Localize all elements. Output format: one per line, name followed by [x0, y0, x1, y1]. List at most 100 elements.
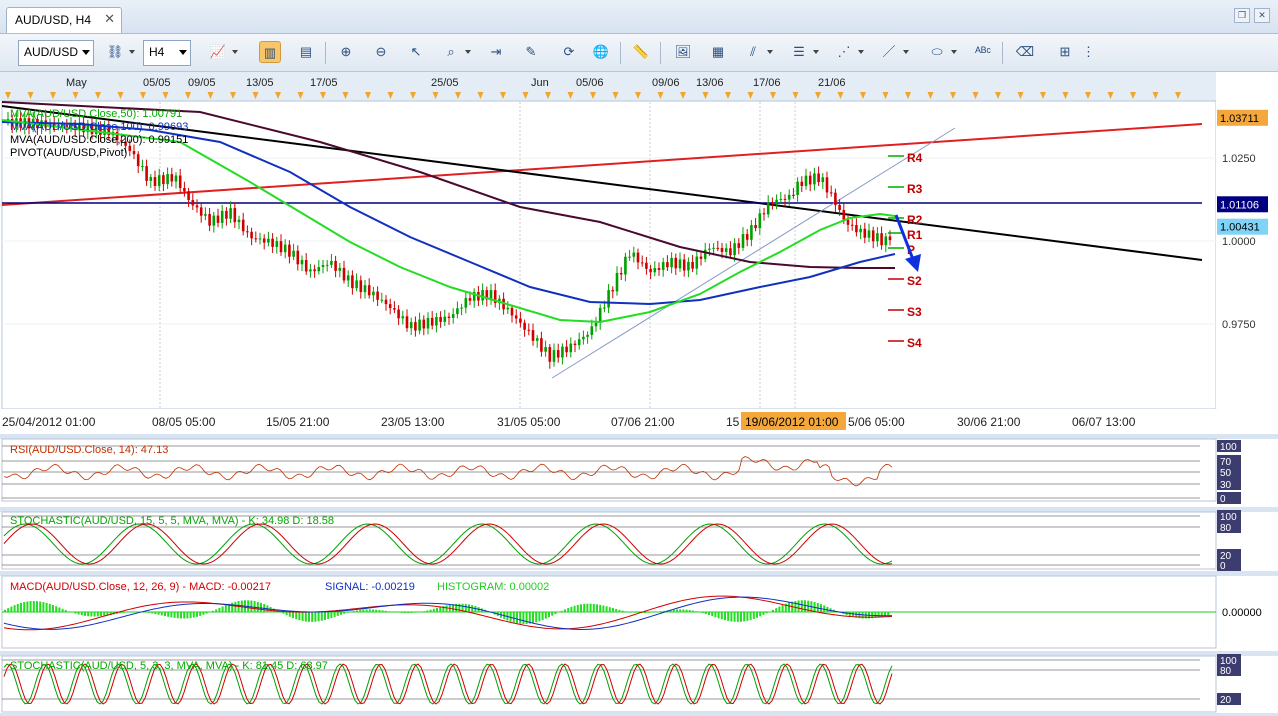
- candle-body: [637, 253, 640, 263]
- candle-body: [372, 292, 375, 296]
- macd-histogram-bar: [414, 612, 416, 613]
- macd-histogram-bar: [346, 612, 348, 613]
- macd-histogram-bar: [532, 612, 534, 623]
- candle-body: [360, 280, 363, 292]
- object-tree-icon[interactable]: ⊞: [1054, 41, 1076, 63]
- data-window-icon[interactable]: ▤: [295, 41, 317, 63]
- refresh-icon[interactable]: ⟳: [558, 41, 580, 63]
- top-date-label: 09/06: [652, 77, 680, 89]
- cursor-date: 19/06/2012 01:00: [745, 415, 839, 429]
- chart-area[interactable]: May05/0509/0513/0517/0525/05Jun05/0609/0…: [0, 72, 1278, 713]
- candle-body: [137, 154, 140, 166]
- macd-histogram-bar: [65, 610, 67, 612]
- cursor-icon[interactable]: ↖: [405, 41, 427, 63]
- chevron-down-icon[interactable]: [767, 50, 773, 54]
- macd-histogram-bar: [647, 612, 649, 613]
- macd-histogram-bar: [593, 604, 595, 612]
- macd-histogram-bar: [311, 612, 313, 622]
- candle-body: [322, 265, 325, 267]
- chevron-down-icon[interactable]: [232, 50, 238, 54]
- ruler-icon[interactable]: 📏: [630, 41, 652, 63]
- pen-icon[interactable]: ／: [878, 41, 900, 63]
- line-tools-icon[interactable]: ⫽: [742, 41, 764, 63]
- macd-histogram-bar: [590, 604, 592, 612]
- candle-body: [427, 318, 430, 328]
- candle-body: [456, 308, 459, 314]
- timeframe-select[interactable]: H4: [143, 40, 191, 66]
- candle-body: [746, 234, 749, 240]
- candle-body: [313, 269, 316, 271]
- symbol-select[interactable]: AUD/USD: [18, 40, 94, 66]
- zoom-out-icon[interactable]: ⊖: [370, 41, 392, 63]
- macd-histogram-bar: [734, 612, 736, 622]
- macd-histogram-bar: [234, 602, 236, 612]
- close-window-icon[interactable]: ✕: [1254, 8, 1270, 23]
- bottom-date-label: 15/05 21:00: [266, 415, 330, 429]
- candle-body: [624, 257, 627, 275]
- horizontal-lines-icon[interactable]: ☰: [788, 41, 810, 63]
- candle-body: [536, 338, 539, 341]
- macd-histogram-bar: [356, 610, 358, 612]
- chevron-down-icon[interactable]: [813, 50, 819, 54]
- separator: [620, 42, 621, 64]
- macd-histogram-bar: [190, 612, 192, 618]
- restore-icon[interactable]: ❐: [1234, 8, 1250, 23]
- macd-histogram-bar: [327, 612, 329, 619]
- macd-histogram-bar: [676, 609, 678, 612]
- auto-scroll-icon[interactable]: ⇥: [485, 41, 507, 63]
- candle-body: [754, 225, 757, 228]
- macd-histogram-bar: [74, 612, 76, 614]
- macd-histogram-bar: [122, 612, 124, 613]
- macd-histogram-bar: [218, 608, 220, 612]
- candle-body: [817, 173, 820, 182]
- top-date-label: 17/05: [310, 77, 338, 89]
- top-date-label: 05/06: [576, 77, 604, 89]
- macd-histogram-bar: [97, 612, 99, 616]
- candle-body: [721, 248, 724, 252]
- bottom-date-label: 08/05 05:00: [152, 415, 216, 429]
- macd-histogram-bar: [353, 611, 355, 612]
- chart-type-icon[interactable]: 📈: [207, 41, 229, 63]
- macd-histogram-bar: [39, 602, 41, 612]
- tab-aud-usd-h4[interactable]: AUD/USD, H4 ✕: [6, 7, 122, 33]
- picture-icon[interactable]: 🖼: [672, 41, 694, 63]
- toolbar-options-icon[interactable]: ⋮: [1082, 41, 1094, 63]
- globe-icon[interactable]: 🌐: [590, 41, 612, 63]
- macd-histogram-bar: [622, 611, 624, 612]
- macd-histogram-bar: [794, 601, 796, 612]
- macd-histogram-bar: [257, 602, 259, 612]
- chevron-down-icon[interactable]: [951, 50, 957, 54]
- macd-histogram-bar: [798, 600, 800, 612]
- candle-body: [822, 177, 825, 182]
- macd-histogram-bar: [887, 612, 889, 615]
- template-icon[interactable]: ▦: [707, 41, 729, 63]
- zoom-in-icon[interactable]: ⊕: [335, 41, 357, 63]
- candle-body: [717, 248, 720, 249]
- macd-histogram-bar: [26, 601, 28, 612]
- ellipse-icon[interactable]: ⬭: [926, 41, 948, 63]
- candle-body: [133, 151, 136, 154]
- edit-icon[interactable]: ✎: [520, 41, 542, 63]
- macd-histogram-bar: [708, 612, 710, 615]
- macd-histogram-bar: [542, 612, 544, 620]
- macd-histogram-bar: [20, 603, 22, 612]
- candlestick-icon[interactable]: ▥: [259, 41, 281, 63]
- text-tool-icon[interactable]: ᴬᴮᶜ: [972, 41, 994, 63]
- chevron-down-icon[interactable]: [903, 50, 909, 54]
- chevron-down-icon: [82, 50, 90, 55]
- price-chart[interactable]: May05/0509/0513/0517/0525/05Jun05/0609/0…: [0, 72, 1278, 713]
- separator: [1002, 42, 1003, 64]
- chevron-down-icon[interactable]: [129, 50, 135, 54]
- macd-histogram-bar: [17, 604, 19, 612]
- link-icon[interactable]: ⛓: [104, 41, 126, 63]
- fan-icon[interactable]: ⋰: [833, 41, 855, 63]
- close-icon[interactable]: ✕: [104, 11, 115, 27]
- candle-body: [523, 323, 526, 330]
- bottom-date-label: 23/05 13:00: [381, 415, 445, 429]
- macd-histogram-bar: [612, 608, 614, 612]
- eraser-icon[interactable]: ⌫: [1014, 41, 1036, 63]
- chevron-down-icon[interactable]: [465, 50, 471, 54]
- chevron-down-icon[interactable]: [858, 50, 864, 54]
- zoom-region-icon[interactable]: ⌕: [440, 41, 462, 63]
- candle-body: [851, 225, 854, 226]
